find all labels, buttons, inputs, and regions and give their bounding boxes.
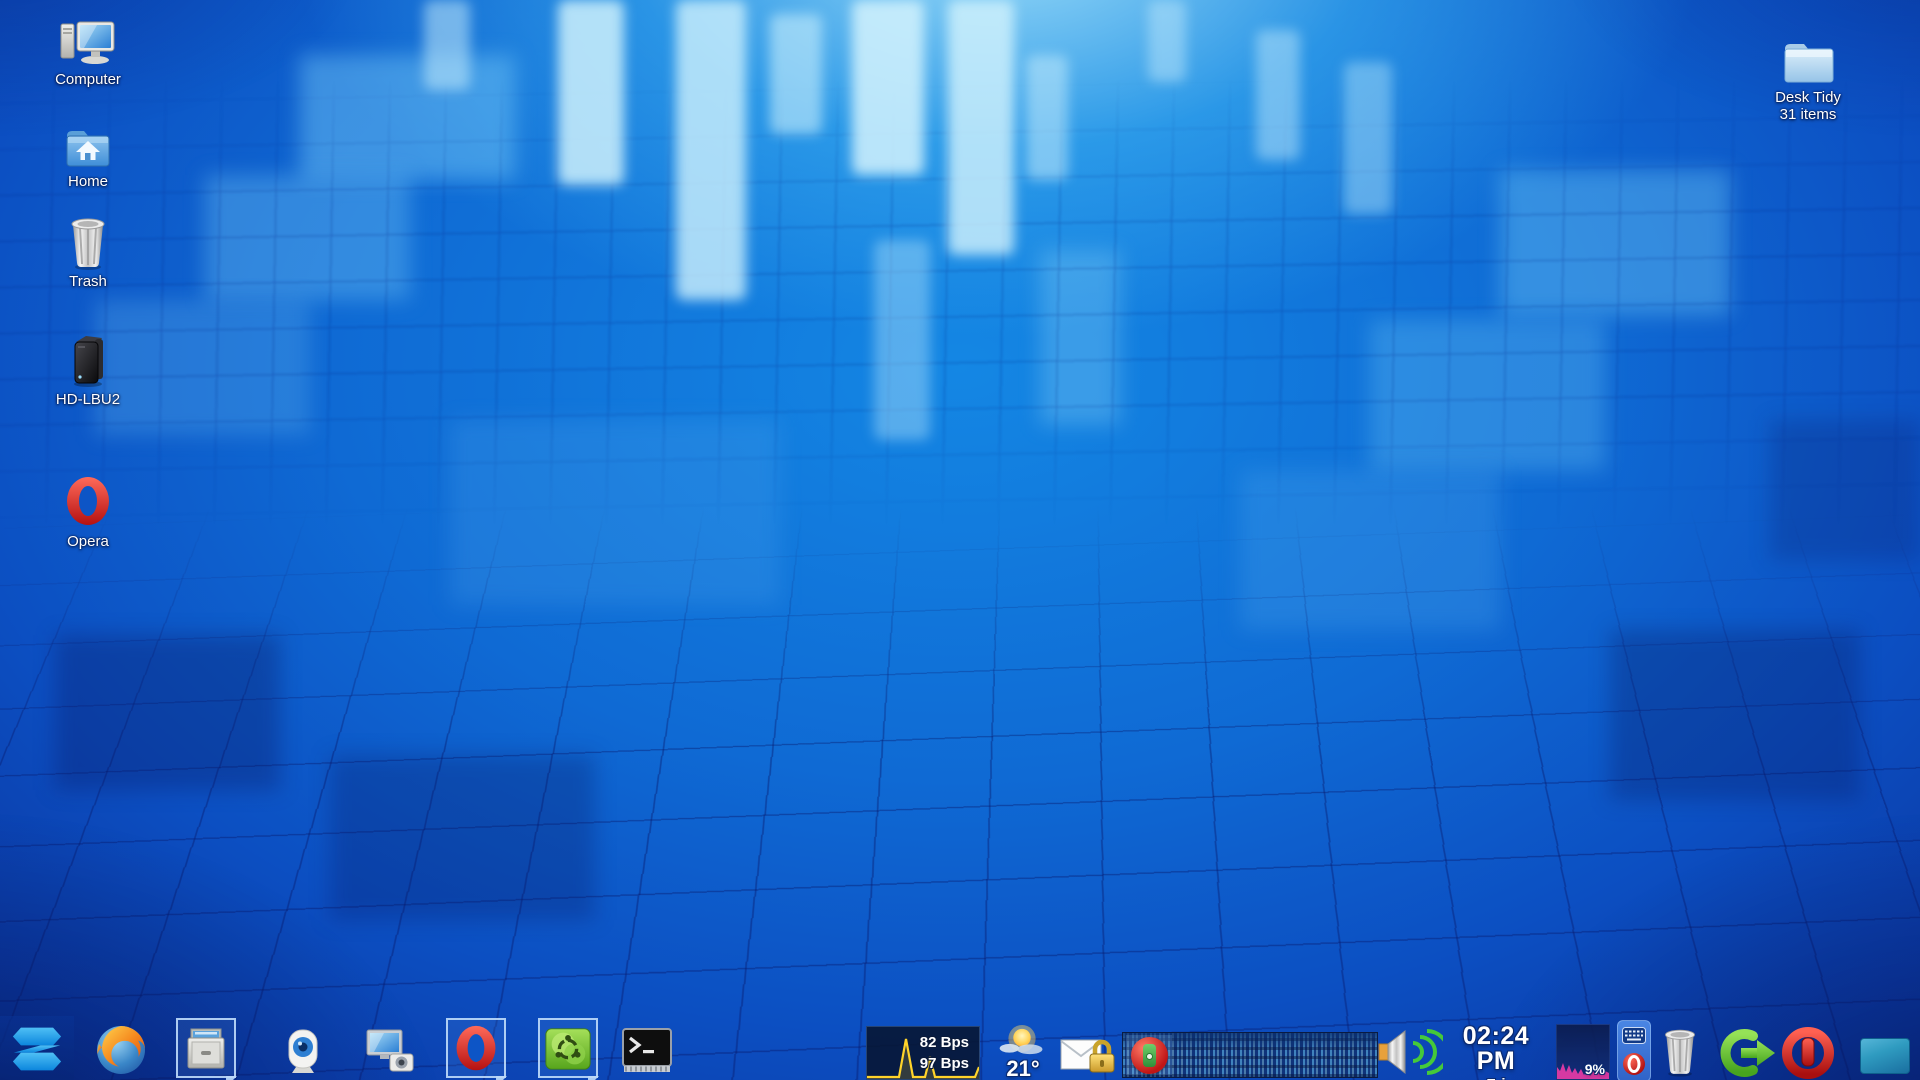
desktop-icon-home[interactable]: Home xyxy=(33,126,143,190)
taskbar-screenshot-app[interactable] xyxy=(364,1026,416,1074)
folder-icon xyxy=(1779,38,1837,86)
taskbar-software-center[interactable] xyxy=(543,1024,593,1074)
external-drive-icon xyxy=(64,332,112,388)
cpu-usage: 9% xyxy=(1585,1061,1605,1077)
trash-icon xyxy=(1660,1027,1700,1077)
desktop-icon-label: Trash xyxy=(33,273,143,290)
zorin-logo-icon xyxy=(8,1024,66,1074)
taskbar-trash[interactable] xyxy=(1658,1026,1702,1078)
clock-widget[interactable]: 02:24 PM Fri Aug 01 xyxy=(1444,1024,1548,1080)
network-upload-speed: 97 Bps xyxy=(920,1053,969,1074)
shutdown-button[interactable] xyxy=(1778,1024,1838,1080)
wallpaper-vignette xyxy=(0,0,1920,1080)
keyboard-indicator-icon[interactable] xyxy=(1622,1027,1646,1044)
zorin-menu-button[interactable] xyxy=(6,1024,68,1074)
power-icon xyxy=(1779,1024,1837,1080)
webcam-icon xyxy=(283,1028,323,1074)
terminal-icon xyxy=(622,1028,672,1074)
opera-tray-icon[interactable] xyxy=(1623,1053,1645,1075)
logout-button[interactable] xyxy=(1712,1026,1776,1080)
mail-lock-icon xyxy=(1059,1034,1119,1078)
logout-icon xyxy=(1713,1027,1775,1079)
network-download-speed: 82 Bps xyxy=(920,1032,969,1053)
desk-tidy-label: Desk Tidy xyxy=(1748,89,1868,106)
trash-icon xyxy=(66,216,110,270)
show-desktop-button[interactable] xyxy=(1860,1038,1910,1074)
desktop-icon-label: HD-LBU2 xyxy=(33,391,143,408)
desktop-icon-computer[interactable]: Computer xyxy=(33,20,143,88)
weather-widget[interactable]: 21° xyxy=(992,1024,1054,1080)
desktop-screen: Computer Home Trash HD-LB xyxy=(0,0,1920,1080)
network-monitor-widget[interactable]: 82 Bps 97 Bps xyxy=(866,1026,980,1080)
software-center-icon xyxy=(543,1024,593,1074)
taskbar-terminal[interactable] xyxy=(621,1028,673,1074)
desktop-icon-label: Opera xyxy=(33,533,143,550)
speaker-icon xyxy=(1377,1027,1443,1077)
taskbar-file-manager[interactable] xyxy=(182,1024,230,1072)
file-cabinet-icon xyxy=(182,1024,230,1072)
volume-control[interactable] xyxy=(1376,1026,1444,1078)
mail-security-widget[interactable] xyxy=(1058,1034,1120,1078)
system-tray xyxy=(1617,1020,1651,1080)
opera-icon xyxy=(451,1023,501,1075)
opera-icon xyxy=(61,474,115,530)
system-monitor-widget[interactable]: 9% xyxy=(1556,1024,1610,1080)
desktop-icon-hd-lbu2[interactable]: HD-LBU2 xyxy=(33,332,143,408)
taskbar-webcam-app[interactable] xyxy=(281,1028,325,1074)
home-folder-icon xyxy=(62,126,114,170)
clock-time: 02:24 PM xyxy=(1444,1024,1548,1074)
desktop-icon-opera[interactable]: Opera xyxy=(33,474,143,550)
sun-cloud-icon xyxy=(996,1024,1050,1059)
media-app-icon xyxy=(1131,1037,1168,1074)
firefox-icon xyxy=(95,1024,147,1076)
desktop-icon-trash[interactable]: Trash xyxy=(33,216,143,290)
taskbar: 82 Bps 97 Bps 21° xyxy=(0,1016,1920,1080)
weather-temperature: 21° xyxy=(1006,1056,1039,1080)
taskbar-opera-launcher[interactable] xyxy=(451,1023,501,1075)
desk-tidy-count: 31 items xyxy=(1748,106,1868,123)
media-visualizer-widget[interactable] xyxy=(1122,1032,1378,1078)
desktop-icon-label: Home xyxy=(33,173,143,190)
desktop-icon-desk-tidy[interactable]: Desk Tidy 31 items xyxy=(1748,38,1868,123)
screenshot-icon xyxy=(365,1027,415,1073)
computer-icon xyxy=(60,20,116,68)
desktop-icon-label: Computer xyxy=(33,71,143,88)
taskbar-firefox-launcher[interactable] xyxy=(94,1024,148,1076)
media-app-chip[interactable] xyxy=(1126,1035,1172,1075)
